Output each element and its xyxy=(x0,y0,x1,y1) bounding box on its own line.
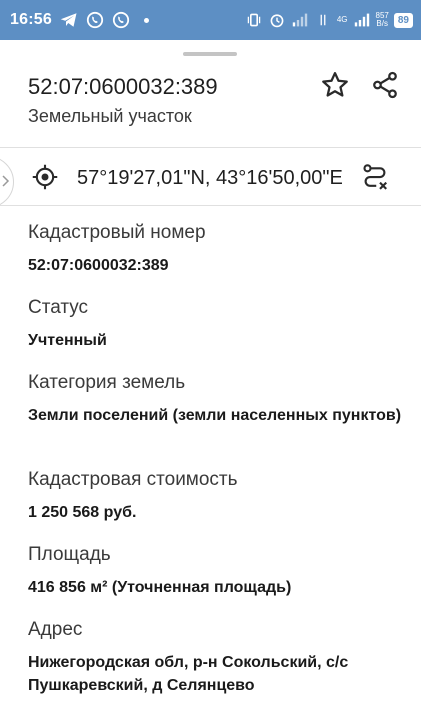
route-clear-icon xyxy=(363,164,388,190)
notification-dot-icon xyxy=(143,17,149,23)
field-value[interactable]: 52:07:0600032:389 xyxy=(28,254,408,277)
sheet-drag-handle[interactable] xyxy=(183,52,237,56)
field-status: Статус Учтенный xyxy=(28,297,408,352)
viber-icon xyxy=(86,11,104,29)
side-panel-tab[interactable] xyxy=(0,156,14,208)
network-speed-unit: B/s xyxy=(376,19,388,28)
field-label: Кадастровая стоимость xyxy=(28,469,238,490)
status-time: 16:56 xyxy=(10,11,52,28)
network-type: 4G xyxy=(336,15,348,24)
field-label: Адрес xyxy=(28,619,83,640)
field-label: Статус xyxy=(28,297,89,318)
route-button[interactable] xyxy=(360,162,390,192)
field-cadastral-value: Кадастровая стоимость 1 250 568 руб. xyxy=(28,469,408,524)
data-transfer-icon xyxy=(314,11,332,29)
field-value[interactable]: Земли поселений (земли населенных пункто… xyxy=(28,404,408,427)
status-bar: 16:56 4G 857 B/s 89 xyxy=(0,0,421,40)
share-button[interactable] xyxy=(370,70,400,100)
viber-icon-2 xyxy=(112,11,130,29)
divider-top xyxy=(0,147,421,148)
field-label: Кадастровый номер xyxy=(28,222,206,243)
chevron-right-icon xyxy=(2,174,10,190)
signal-icon xyxy=(291,11,309,29)
parcel-type: Земельный участок xyxy=(28,106,192,126)
field-address: Адрес Нижегородская обл, р-н Сокольский,… xyxy=(28,619,408,697)
locate-button[interactable] xyxy=(31,163,59,191)
field-area: Площадь 416 856 м² (Уточненная площадь) xyxy=(28,544,408,599)
share-icon xyxy=(373,71,397,99)
vibrate-icon xyxy=(245,11,263,29)
alarm-icon xyxy=(268,11,286,29)
crosshair-icon xyxy=(32,164,58,190)
field-cadastral-number: Кадастровый номер 52:07:0600032:389 xyxy=(28,222,408,277)
favorite-button[interactable] xyxy=(320,70,350,100)
field-label: Категория земель xyxy=(28,372,186,393)
field-value[interactable]: Нижегородская обл, р-н Сокольский, с/с П… xyxy=(28,651,408,697)
coordinates-text[interactable]: 57°19'27,01"N, 43°16'50,00"E xyxy=(77,167,343,190)
divider-coords xyxy=(0,205,421,206)
field-value[interactable]: 416 856 м² (Уточненная площадь) xyxy=(28,576,408,599)
field-value[interactable]: 1 250 568 руб. xyxy=(28,501,408,524)
network-speed: 857 B/s xyxy=(376,12,389,28)
telegram-icon xyxy=(60,11,78,29)
signal-strength-icon xyxy=(353,11,371,29)
star-icon xyxy=(322,72,348,97)
parcel-title: 52:07:0600032:389 xyxy=(28,74,218,99)
field-label: Площадь xyxy=(28,544,111,565)
battery-indicator: 89 xyxy=(393,12,413,28)
field-land-category: Категория земель Земли поселений (земли … xyxy=(28,372,408,427)
field-value[interactable]: Учтенный xyxy=(28,329,408,352)
